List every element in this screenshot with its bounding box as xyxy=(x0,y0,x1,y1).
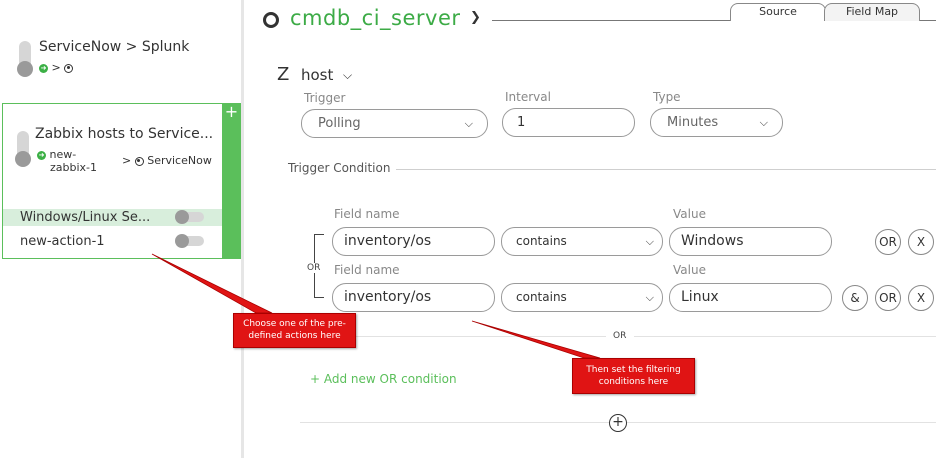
add-or-condition-link[interactable]: + Add new OR condition xyxy=(310,372,457,386)
field-name-value: inventory/os xyxy=(344,233,432,249)
arrow-right-icon: ➜ xyxy=(39,63,48,73)
value-input-value: Linux xyxy=(681,289,719,305)
flow-2-source-line1: new- xyxy=(49,148,77,161)
or-divider-line-right xyxy=(634,336,936,337)
action-item-windows-linux[interactable]: Windows/Linux Se... xyxy=(3,209,222,226)
flow-2-source: ➜ new- zabbix-1 xyxy=(37,148,97,174)
flow-2-toggle[interactable] xyxy=(15,131,31,167)
chevron-down-icon: ⌵ xyxy=(759,116,768,129)
flow-2-target: > ServiceNow xyxy=(122,154,212,167)
path-separator: > xyxy=(122,154,132,167)
value-label: Value xyxy=(673,263,706,277)
page-title[interactable]: cmdb_ci_server xyxy=(290,6,461,30)
field-name-input[interactable]: inventory/os xyxy=(332,283,495,312)
toggle-knob xyxy=(15,151,31,167)
field-name-value: inventory/os xyxy=(344,289,432,305)
action-label: new-action-1 xyxy=(20,234,105,249)
section-divider xyxy=(396,169,936,170)
callout-actions: Choose one of the pre-defined actions he… xyxy=(233,313,356,348)
operator-value: contains xyxy=(516,290,567,304)
flow-1-title[interactable]: ServiceNow > Splunk xyxy=(39,39,189,55)
chevron-down-icon: ⌵ xyxy=(645,291,654,304)
interval-label: Interval xyxy=(505,90,551,104)
remove-condition-button[interactable]: X xyxy=(908,285,934,311)
toggle-knob xyxy=(175,210,189,224)
sidebar-divider xyxy=(241,0,244,458)
action-label: Windows/Linux Se... xyxy=(20,210,151,225)
or-divider-label: OR xyxy=(613,331,627,341)
or-connector-label: OR xyxy=(305,263,323,273)
chevron-down-icon[interactable]: ⌵ xyxy=(343,68,352,83)
action-toggle[interactable] xyxy=(175,210,204,224)
trigger-select[interactable]: Polling ⌵ xyxy=(301,109,488,138)
target-icon xyxy=(134,156,144,166)
add-block-button[interactable]: + xyxy=(609,414,627,432)
database-icon xyxy=(263,12,279,28)
or-button[interactable]: OR xyxy=(875,229,901,255)
or-button[interactable]: OR xyxy=(875,285,901,311)
chevron-down-icon: ⌵ xyxy=(464,117,473,130)
action-item-new-action-1[interactable]: new-action-1 xyxy=(3,233,222,250)
field-name-input[interactable]: inventory/os xyxy=(332,227,495,256)
path-separator: > xyxy=(51,61,61,74)
value-input[interactable]: Windows xyxy=(669,227,832,256)
tab-field-map[interactable]: Field Map xyxy=(824,3,920,21)
sidebar: ServiceNow > Splunk ➜ > + Zabbix hosts t… xyxy=(0,0,242,458)
arrow-right-icon: ➜ xyxy=(37,150,46,160)
type-select[interactable]: Minutes ⌵ xyxy=(650,108,783,137)
tab-source[interactable]: Source xyxy=(730,3,826,21)
type-select-value: Minutes xyxy=(667,115,719,130)
flow-2-target-name: ServiceNow xyxy=(147,154,212,167)
trigger-entity-name[interactable]: host xyxy=(301,66,333,84)
value-label: Value xyxy=(673,207,706,221)
field-name-label: Field name xyxy=(334,263,400,277)
value-input[interactable]: Linux xyxy=(669,283,832,312)
callout-conditions: Then set the filtering conditions here xyxy=(572,358,695,394)
chevron-down-icon[interactable]: ❯ xyxy=(470,10,481,25)
interval-input[interactable]: 1 xyxy=(502,108,635,137)
toggle-knob xyxy=(175,234,189,248)
action-toggle[interactable] xyxy=(175,234,204,248)
chevron-down-icon: ⌵ xyxy=(645,235,654,248)
operator-select[interactable]: contains ⌵ xyxy=(501,227,663,256)
flow-2-title[interactable]: Zabbix hosts to Service... xyxy=(35,126,213,142)
interval-input-value: 1 xyxy=(517,115,526,130)
remove-condition-button[interactable]: X xyxy=(908,229,934,255)
and-button[interactable]: & xyxy=(842,285,868,311)
toggle-knob xyxy=(17,61,33,77)
callout-pointer-conditions xyxy=(471,320,601,359)
flow-2-source-line2: zabbix-1 xyxy=(50,161,98,174)
flow-1-path: ➜ > xyxy=(39,61,74,74)
type-label: Type xyxy=(653,90,681,104)
trigger-select-value: Polling xyxy=(318,116,361,131)
zabbix-letter-icon: Z xyxy=(277,64,290,85)
add-action-button[interactable]: + xyxy=(222,103,241,122)
value-input-value: Windows xyxy=(681,233,744,249)
flow-2-accent-bar xyxy=(222,103,241,259)
trigger-label: Trigger xyxy=(304,91,346,105)
flow-1-toggle[interactable] xyxy=(17,41,33,77)
operator-select[interactable]: contains ⌵ xyxy=(501,283,663,312)
trigger-condition-heading: Trigger Condition xyxy=(288,161,391,175)
operator-value: contains xyxy=(516,234,567,248)
field-name-label: Field name xyxy=(334,207,400,221)
target-icon xyxy=(64,63,74,73)
